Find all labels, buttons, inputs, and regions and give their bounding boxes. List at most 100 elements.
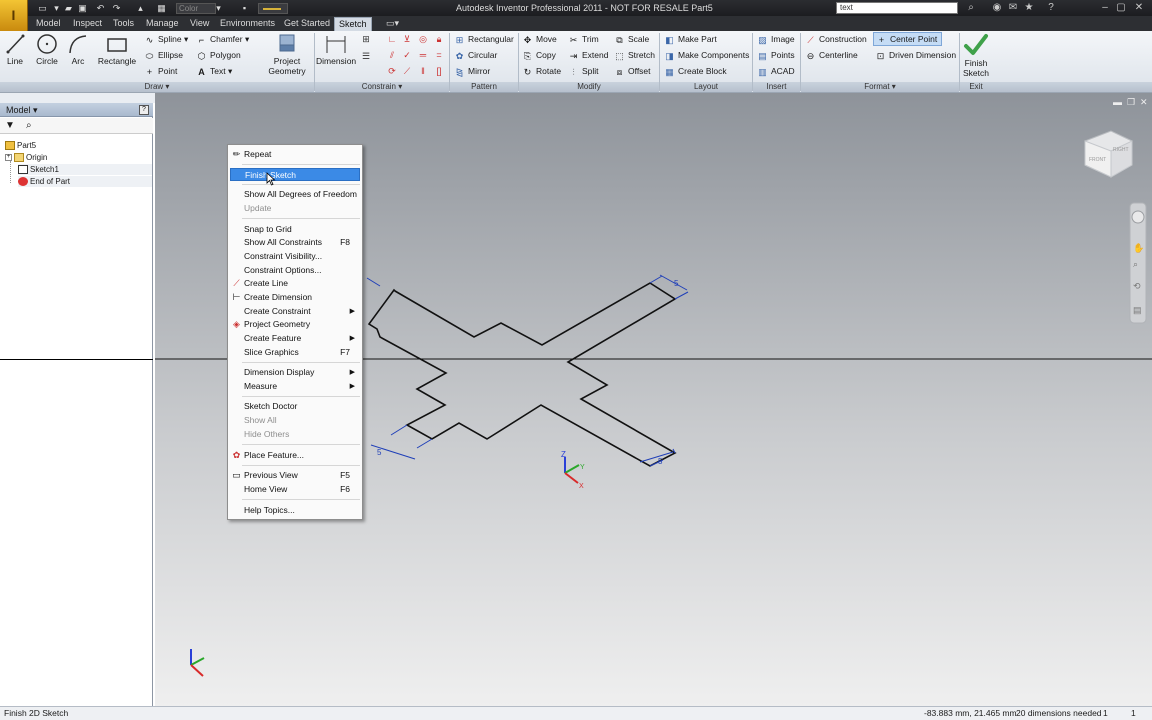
tree-item-sketch1[interactable]: Sketch1 [18, 164, 152, 175]
point-button[interactable]: + Point [144, 65, 178, 77]
binoculars-icon[interactable]: ⌕ [964, 2, 978, 14]
menu-item-previous-view[interactable]: ▭ Previous View F5 [230, 469, 360, 482]
help-icon[interactable]: ? [1044, 2, 1058, 14]
menu-item-help-topics[interactable]: Help Topics... [230, 504, 360, 517]
menu-item-repeat[interactable]: ✏ Repeat [230, 148, 360, 161]
concentric-icon[interactable]: ◎ [417, 33, 429, 45]
spline-button[interactable]: ∿ Spline ▾ [144, 33, 189, 45]
symmetric-icon[interactable]: [] [433, 65, 445, 77]
arc-tool-button[interactable]: Arc [66, 33, 90, 66]
dimension-label[interactable]: 5 [377, 448, 382, 457]
dimension-label[interactable]: 5 [674, 279, 679, 288]
menu-item-place-feature[interactable]: ✿ Place Feature... [230, 449, 360, 462]
ellipse-button[interactable]: ⬭ Ellipse [144, 49, 183, 61]
color-dropdown[interactable]: Color [176, 3, 216, 14]
zoom-icon[interactable]: ⌕ [1133, 259, 1138, 269]
horizontal-icon[interactable]: ═ [417, 49, 429, 61]
save-icon[interactable]: ▣ [76, 2, 89, 14]
select-icon[interactable]: ▦ [155, 2, 168, 14]
menu-item-sketch-doctor[interactable]: Sketch Doctor [230, 400, 360, 413]
draw-panel-bar[interactable]: Draw ▾ [0, 82, 314, 92]
application-menu-button[interactable]: I [0, 0, 28, 31]
polygon-button[interactable]: ⬡ Polygon [196, 49, 241, 61]
menu-item-measure[interactable]: Measure ▶ [230, 380, 360, 393]
viewport-minimize-icon[interactable]: ▬ [1113, 97, 1122, 107]
menu-item-home-view[interactable]: Home View F6 [230, 483, 360, 496]
menu-item-snap-to-grid[interactable]: Snap to Grid [230, 223, 360, 236]
filter-icon[interactable]: ▼ [5, 120, 15, 131]
pan-icon[interactable]: ✋ [1133, 242, 1144, 253]
help-icon[interactable]: ? [139, 105, 149, 115]
move-button[interactable]: ✥ Move [522, 33, 557, 45]
circular-pattern-button[interactable]: ✿ Circular [454, 49, 498, 61]
tangent-icon[interactable]: ✓ [401, 49, 413, 61]
tree-item-end-of-part[interactable]: End of Part [18, 176, 152, 187]
copy-button[interactable]: ⎘ Copy [522, 49, 556, 61]
vertical-icon[interactable]: ‖ [417, 65, 429, 77]
viewcube[interactable]: FRONT RIGHT [1084, 130, 1133, 178]
equal-icon[interactable]: = [433, 49, 445, 61]
mirror-button[interactable]: ⧎ Mirror [454, 65, 490, 77]
menu-item-slice-graphics[interactable]: Slice Graphics F7 [230, 346, 360, 359]
viewport-close-icon[interactable]: ✕ [1140, 97, 1148, 107]
scale-button[interactable]: ⧉ Scale [614, 33, 649, 45]
tab-tools[interactable]: Tools [109, 17, 138, 31]
acad-button[interactable]: ▥ ACAD [757, 65, 794, 77]
perpendicular-icon[interactable]: ∟ [386, 33, 398, 45]
ribbon-options-icon[interactable]: ▭▾ [382, 17, 403, 31]
create-block-button[interactable]: ▦ Create Block [664, 65, 726, 77]
centerline-button[interactable]: ⊖ Centerline [805, 49, 858, 61]
menu-item-project-geometry[interactable]: ◈ Project Geometry [230, 318, 360, 331]
orbit-icon[interactable]: ⟲ [1133, 281, 1141, 291]
tab-view[interactable]: View [186, 17, 213, 31]
find-icon[interactable]: ⌕ [26, 120, 32, 131]
finish-sketch-button[interactable]: Finish Sketch [961, 33, 991, 78]
close-icon[interactable]: ✕ [1132, 2, 1146, 14]
tab-get-started[interactable]: Get Started [280, 17, 334, 31]
menu-item-create-dimension[interactable]: ⊢ Create Dimension [230, 291, 360, 304]
style-icon[interactable]: ▪ [238, 2, 251, 14]
undo-icon[interactable]: ↶ [94, 2, 107, 14]
dimension-button[interactable]: Dimension [316, 33, 356, 66]
collinear-icon[interactable]: ⟋ [401, 65, 413, 77]
tab-environments[interactable]: Environments [216, 17, 279, 31]
smooth-icon[interactable]: ⟳ [386, 65, 398, 77]
constrain-panel-bar[interactable]: Constrain ▾ [315, 82, 449, 92]
tree-item-origin[interactable]: + Origin [5, 152, 47, 163]
auto-dimension-icon[interactable]: ⊞ [360, 33, 372, 45]
color-dropdown-arrow-icon[interactable]: ▾ [212, 2, 225, 14]
stretch-button[interactable]: ⬚ Stretch [614, 49, 655, 61]
construction-button[interactable]: ⟋ Construction [805, 33, 866, 45]
menu-item-show-all-constraints[interactable]: Show All Constraints F8 [230, 236, 360, 249]
navigation-bar[interactable]: ✋ ⌕ ⟲ ▤ [1129, 202, 1147, 324]
subscription-icon[interactable]: ◉ [990, 2, 1004, 14]
tab-model[interactable]: Model [32, 17, 65, 31]
tab-sketch[interactable]: Sketch [334, 17, 372, 31]
center-point-button[interactable]: + Center Point [873, 32, 943, 46]
chamfer-button[interactable]: ⌐ Chamfer ▾ [196, 33, 249, 45]
browser-header[interactable]: Model ▾ ? [0, 103, 153, 117]
open-icon[interactable]: ▰ [62, 2, 75, 14]
communication-icon[interactable]: ✉ [1006, 2, 1020, 14]
make-part-button[interactable]: ◧ Make Part [664, 33, 717, 45]
steering-wheel-icon[interactable] [1131, 210, 1145, 224]
dimension-label[interactable]: 5 [658, 457, 663, 466]
maximize-icon[interactable]: ▢ [1114, 2, 1128, 14]
project-geometry-button[interactable]: Project Geometry [264, 33, 310, 76]
menu-item-show-all-dof[interactable]: Show All Degrees of Freedom [230, 188, 360, 201]
return-icon[interactable]: ▴ [134, 2, 147, 14]
coincident-icon[interactable]: ⊻ [401, 33, 413, 45]
tab-manage[interactable]: Manage [142, 17, 183, 31]
image-button[interactable]: ▨ Image [757, 33, 794, 45]
points-button[interactable]: ▤ Points [757, 49, 794, 61]
redo-icon[interactable]: ↷ [110, 2, 123, 14]
viewport-restore-icon[interactable]: ❐ [1127, 97, 1135, 107]
driven-dimension-button[interactable]: ⊡ Driven Dimension [875, 49, 956, 61]
rotate-button[interactable]: ↻ Rotate [522, 65, 561, 77]
menu-item-create-line[interactable]: ⟋ Create Line [230, 277, 360, 290]
tree-item-part5[interactable]: Part5 [5, 140, 36, 151]
menu-item-create-feature[interactable]: Create Feature ▶ [230, 332, 360, 345]
split-button[interactable]: ⫶ Split [568, 65, 598, 77]
make-components-button[interactable]: ◨ Make Components [664, 49, 749, 61]
favorites-icon[interactable]: ★ [1022, 2, 1036, 14]
